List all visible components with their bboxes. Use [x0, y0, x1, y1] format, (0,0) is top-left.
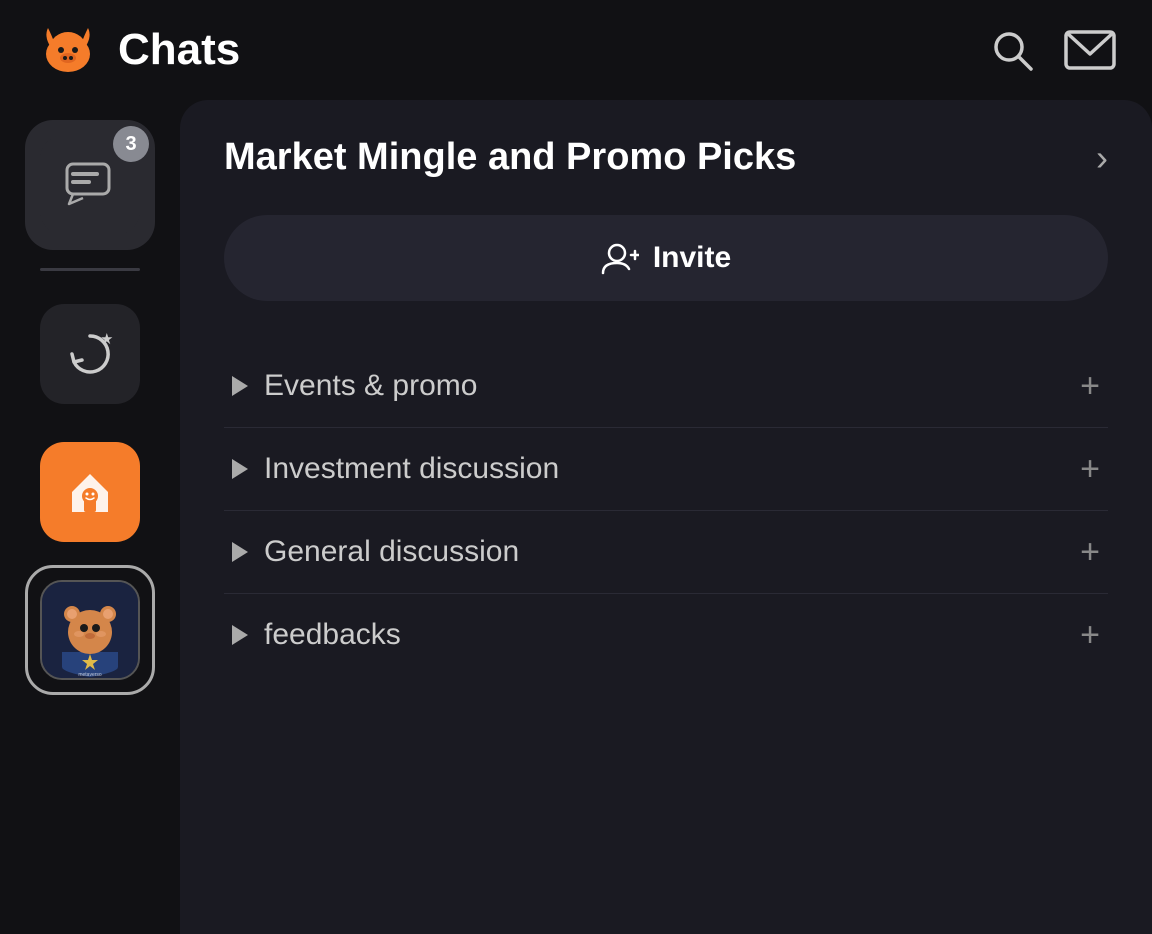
category-item-investment-discussion[interactable]: Investment discussion +: [224, 428, 1108, 511]
channel-title: Market Mingle and Promo Picks: [224, 136, 1086, 179]
header-actions: [988, 26, 1116, 74]
chat-badge: 3: [113, 126, 149, 162]
refresh-icon-wrapper: [40, 304, 140, 404]
sidebar-divider: [40, 268, 140, 271]
category-item-general-discussion[interactable]: General discussion +: [224, 511, 1108, 594]
invite-label: Invite: [653, 241, 731, 275]
add-channel-icon[interactable]: +: [1080, 452, 1100, 486]
refresh-star-icon: [62, 326, 118, 382]
home-icon-wrapper: [40, 442, 140, 542]
category-label: Events & promo: [264, 369, 477, 403]
metaverso-icon-wrapper: metaverso: [40, 580, 140, 680]
add-channel-icon[interactable]: +: [1080, 369, 1100, 403]
channel-chevron-icon: ›: [1096, 137, 1108, 179]
invite-button[interactable]: Invite: [224, 215, 1108, 301]
search-icon: [988, 26, 1036, 74]
channel-header[interactable]: Market Mingle and Promo Picks ›: [224, 136, 1108, 179]
sidebar: 3: [0, 100, 180, 934]
chat-icon: [63, 160, 117, 210]
add-channel-icon[interactable]: +: [1080, 535, 1100, 569]
invite-person-icon: [601, 241, 639, 275]
mail-icon: [1064, 28, 1116, 72]
triangle-expand-icon: [232, 625, 248, 645]
sidebar-item-home[interactable]: [25, 427, 155, 557]
content-area: Market Mingle and Promo Picks › Invite E…: [180, 100, 1152, 934]
category-label: General discussion: [264, 535, 519, 569]
category-item-feedbacks[interactable]: feedbacks +: [224, 594, 1108, 676]
page-title: Chats: [118, 25, 240, 75]
triangle-expand-icon: [232, 459, 248, 479]
category-item-events-promo[interactable]: Events & promo +: [224, 345, 1108, 428]
app-header: Chats: [0, 0, 1152, 100]
header-left: Chats: [36, 18, 240, 82]
category-label: Investment discussion: [264, 452, 559, 486]
sidebar-item-metaverso[interactable]: metaverso: [25, 565, 155, 695]
mail-button[interactable]: [1064, 28, 1116, 72]
sidebar-item-refresh[interactable]: [25, 289, 155, 419]
app-logo-icon: [36, 18, 100, 82]
main-layout: 3: [0, 100, 1152, 934]
category-label: feedbacks: [264, 618, 401, 652]
sidebar-item-chats[interactable]: 3: [25, 120, 155, 250]
home-icon: [62, 464, 118, 520]
search-button[interactable]: [988, 26, 1036, 74]
triangle-expand-icon: [232, 376, 248, 396]
add-channel-icon[interactable]: +: [1080, 618, 1100, 652]
metaverso-icon: metaverso: [42, 582, 138, 678]
categories-list: Events & promo + Investment discussion +…: [224, 345, 1108, 676]
triangle-expand-icon: [232, 542, 248, 562]
svg-text:metaverso: metaverso: [78, 672, 102, 678]
